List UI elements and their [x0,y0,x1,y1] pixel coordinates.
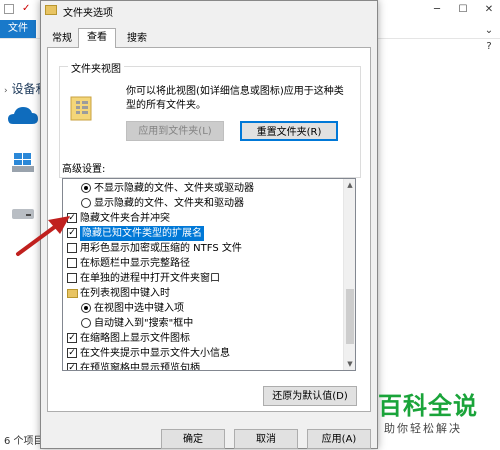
cancel-button[interactable]: 取消 [234,429,298,449]
annotation-arrow-icon [16,216,70,256]
list-item[interactable]: 显示隐藏的文件、文件夹和驱动器 [63,196,341,211]
scroll-up-icon[interactable]: ▲ [344,179,355,191]
list-item[interactable]: 在标题栏中显示完整路径 [63,256,341,271]
list-item-label: 自动键入到"搜索"框中 [94,318,194,329]
folder-icon [67,289,78,298]
dialog-title: 文件夹选项 [63,8,113,19]
tab-search[interactable]: 搜索 [117,30,157,47]
maximize-icon[interactable]: ☐ [456,3,470,17]
folder-options-dialog: 文件夹选项 常规 查看 搜索 文件夹视图 你可以将此视图(如详细信息或图标)应用… [40,0,378,449]
tab-general[interactable]: 常规 [47,30,77,47]
checkbox[interactable] [67,273,77,283]
ok-button[interactable]: 确定 [161,429,225,449]
folder-view-description: 你可以将此视图(如详细信息或图标)应用于这种类型的所有文件夹。 [126,86,344,111]
list-item-label: 在预览窗格中显示预览句柄 [80,363,200,371]
checkbox[interactable]: ✓ [67,333,77,343]
advanced-settings-list[interactable]: 不显示隐藏的文件、文件夹或驱动器 显示隐藏的文件、文件夹和驱动器 ✓ 隐藏文件夹合并冲… [62,178,356,371]
expand-ribbon-icon[interactable]: ⌄ [482,24,496,38]
radio-button[interactable] [81,303,91,313]
list-item[interactable]: ✓ 在文件夹提示中显示文件大小信息 [63,346,341,361]
scrollbar-thumb[interactable] [346,289,354,344]
list-item[interactable]: ✓ 隐藏文件夹合并冲突 [63,211,341,226]
checkbox[interactable] [67,258,77,268]
list-item-label: 在标题栏中显示完整路径 [80,258,190,269]
scroll-down-icon[interactable]: ▼ [344,358,355,370]
radio-button[interactable] [81,318,91,328]
list-item[interactable]: ✓ 在缩略图上显示文件图标 [63,331,341,346]
radio-button[interactable] [81,198,91,208]
radio-dot-icon [84,306,88,310]
windows-drive-icon [12,153,34,172]
folder-options-icon [45,5,57,15]
tab-view[interactable]: 查看 [78,28,116,48]
radio-button[interactable] [81,183,91,193]
restore-defaults-button[interactable]: 还原为默认值(D) [263,386,357,406]
list-item-label: 隐藏文件夹合并冲突 [80,213,170,224]
folder-view-icon [70,96,92,121]
status-item-count: 6 个项目 [4,436,44,447]
list-item-label: 在文件夹提示中显示文件大小信息 [80,348,230,359]
onedrive-icon [8,107,38,124]
list-item-label: 用彩色显示加密或压缩的 NTFS 文件 [80,243,242,254]
list-item[interactable]: 不显示隐藏的文件、文件夹或驱动器 [63,181,341,196]
list-item[interactable]: 用彩色显示加密或压缩的 NTFS 文件 [63,241,341,256]
checkmark-icon: ✓ [22,3,31,14]
watermark-title: 百科全说 [378,392,478,420]
list-item[interactable]: ✓ 在预览窗格中显示预览句柄 [63,361,341,371]
advanced-settings-label: 高级设置: [62,164,106,175]
radio-dot-icon [84,186,88,190]
list-item[interactable]: 在单独的进程中打开文件夹窗口 [63,271,341,286]
list-item[interactable]: 自动键入到"搜索"框中 [63,316,341,331]
checkbox[interactable]: ✓ [67,363,77,370]
watermark-subtitle: 助你轻松解决 [384,422,462,435]
list-item-label: 不显示隐藏的文件、文件夹或驱动器 [94,183,254,194]
checkbox-icon [4,4,14,14]
apply-button[interactable]: 应用(A) [307,429,371,449]
apply-to-folders-button[interactable]: 应用到文件夹(L) [126,121,224,141]
list-group-header: 在列表视图中键入时 [63,286,341,301]
list-item-label: 在视图中选中键入项 [94,303,184,314]
list-item-label: 在单独的进程中打开文件夹窗口 [80,273,220,284]
close-icon[interactable]: ✕ [482,3,496,17]
list-item-label: 在缩略图上显示文件图标 [80,333,190,344]
folder-view-group-title: 文件夹视图 [68,60,124,75]
help-icon[interactable]: ? [482,40,496,54]
list-item[interactable]: ✓ 隐藏已知文件类型的扩展名 [63,226,341,241]
advanced-list-scrollbar[interactable]: ▲ ▼ [343,179,355,370]
list-item-label: 在列表视图中键入时 [80,288,170,299]
view-tab-panel: 文件夹视图 你可以将此视图(如详细信息或图标)应用于这种类型的所有文件夹。 应用… [47,47,371,412]
ribbon-file-tab[interactable]: 文件 [0,20,36,38]
list-item-label: 隐藏已知文件类型的扩展名 [80,226,204,241]
checkbox[interactable]: ✓ [67,348,77,358]
list-item[interactable]: 在视图中选中键入项 [63,301,341,316]
list-item-label: 显示隐藏的文件、文件夹和驱动器 [94,198,244,209]
reset-folders-button[interactable]: 重置文件夹(R) [240,121,338,141]
minimize-icon[interactable]: ─ [430,3,444,17]
